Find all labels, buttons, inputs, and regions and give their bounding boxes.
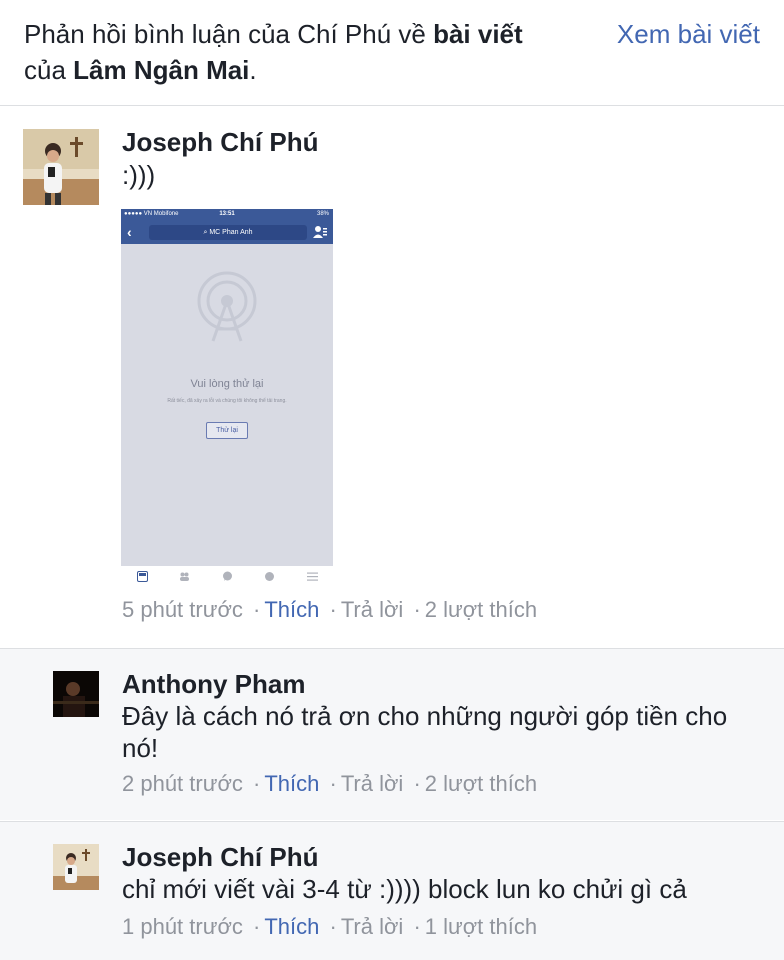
back-icon: ‹ xyxy=(127,224,132,240)
post-link-text[interactable]: bài viết xyxy=(433,19,523,49)
comment-author[interactable]: Joseph Chí Phú xyxy=(122,126,318,158)
separator: · xyxy=(329,771,337,796)
separator: · xyxy=(413,597,421,622)
menu-icon xyxy=(307,572,318,581)
comment-timestamp: 2 phút trước xyxy=(122,771,243,796)
reply-button[interactable]: Trả lời xyxy=(341,771,404,796)
like-count[interactable]: 1 lượt thích xyxy=(425,914,537,939)
like-button[interactable]: Thích xyxy=(264,914,319,939)
status-time: 13:51 xyxy=(219,211,235,217)
post-owner-name[interactable]: Lâm Ngân Mai xyxy=(73,55,249,85)
friends-icon xyxy=(313,226,327,238)
avatar[interactable] xyxy=(53,844,99,890)
comment-meta: 2 phút trước · Thích · Trả lời · 2 lượt thí… xyxy=(122,770,537,798)
separator: · xyxy=(329,914,337,939)
globe-icon xyxy=(265,572,274,581)
header-text-prefix: Phản hồi bình luận của Chí Phú về xyxy=(24,19,434,49)
retry-button: Thử lại xyxy=(206,422,248,439)
phone-tab-bar xyxy=(121,566,333,587)
avatar[interactable] xyxy=(53,671,99,717)
header-text-middle: của xyxy=(24,55,74,85)
comment-text: chỉ mới viết vài 3-4 từ :)))) block lun … xyxy=(122,874,687,904)
error-title: Vui lòng thử lại xyxy=(190,378,264,390)
notification-header: Phản hồi bình luận của Chí Phú về bài vi… xyxy=(0,0,784,106)
messenger-tab-icon xyxy=(223,571,232,581)
separator: · xyxy=(329,597,337,622)
avatar[interactable] xyxy=(23,129,99,205)
main-comment: Joseph Chí Phú :))) ●●●●● VN Mobifone 13… xyxy=(0,107,784,647)
error-subtitle: Rất tiếc, đã xảy ra lỗi và chúng tôi khô… xyxy=(167,398,287,404)
battery-label: 38% xyxy=(316,211,329,217)
comment-text: Đây là cách nó trả ơn cho những người gó… xyxy=(122,701,728,763)
reply-button[interactable]: Trả lời xyxy=(341,597,404,622)
like-count[interactable]: 2 lượt thích xyxy=(425,597,537,622)
comment-timestamp: 1 phút trước xyxy=(122,914,243,939)
comment-meta: 5 phút trước · Thích · Trả lời · 2 lượt thí… xyxy=(122,596,537,624)
friends-tab-icon xyxy=(180,572,189,581)
reply-comment: Joseph Chí Phú chỉ mới viết vài 3-4 từ :… xyxy=(0,821,784,960)
phone-search-text: MC Phan Anh xyxy=(209,229,253,236)
header-text: Phản hồi bình luận của Chí Phú về bài vi… xyxy=(24,16,584,88)
phone-nav-bar: ‹ ⌕ MC Phan Anh xyxy=(121,220,333,244)
comment-meta: 1 phút trước · Thích · Trả lời · 1 lượt thí… xyxy=(122,913,537,941)
header-text-suffix: . xyxy=(249,55,257,85)
view-post-link[interactable]: Xem bài viết xyxy=(617,16,760,52)
separator: · xyxy=(253,771,261,796)
no-connection-icon xyxy=(197,271,257,342)
reply-button[interactable]: Trả lời xyxy=(341,914,404,939)
news-feed-icon xyxy=(137,571,148,582)
reply-comment: Anthony Pham Đây là cách nó trả ơn cho n… xyxy=(0,648,784,820)
comment-text: :))) xyxy=(122,160,156,190)
attached-screenshot[interactable]: ●●●●● VN Mobifone 13:51 38% ‹ ⌕ MC Phan … xyxy=(121,209,333,587)
like-button[interactable]: Thích xyxy=(264,771,319,796)
separator: · xyxy=(413,771,421,796)
separator: · xyxy=(413,914,421,939)
phone-search-box: ⌕ MC Phan Anh xyxy=(149,225,307,240)
comment-author[interactable]: Joseph Chí Phú xyxy=(122,841,318,873)
comment-author[interactable]: Anthony Pham xyxy=(122,668,305,700)
phone-status-bar: ●●●●● VN Mobifone 13:51 38% xyxy=(121,209,333,220)
comment-timestamp: 5 phút trước xyxy=(122,597,243,622)
separator: · xyxy=(253,597,261,622)
separator: · xyxy=(253,914,261,939)
like-button[interactable]: Thích xyxy=(264,597,319,622)
like-count[interactable]: 2 lượt thích xyxy=(425,771,537,796)
